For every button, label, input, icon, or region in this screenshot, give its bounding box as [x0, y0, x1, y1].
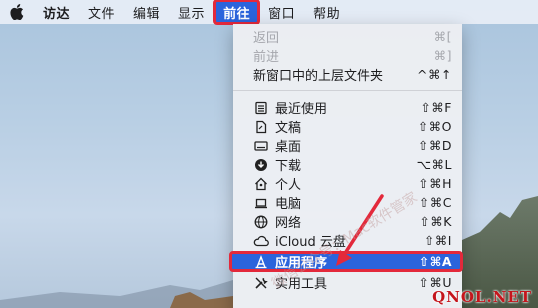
annotation-arrow: [336, 194, 384, 266]
site-logo: QNOL.NET: [432, 288, 532, 306]
